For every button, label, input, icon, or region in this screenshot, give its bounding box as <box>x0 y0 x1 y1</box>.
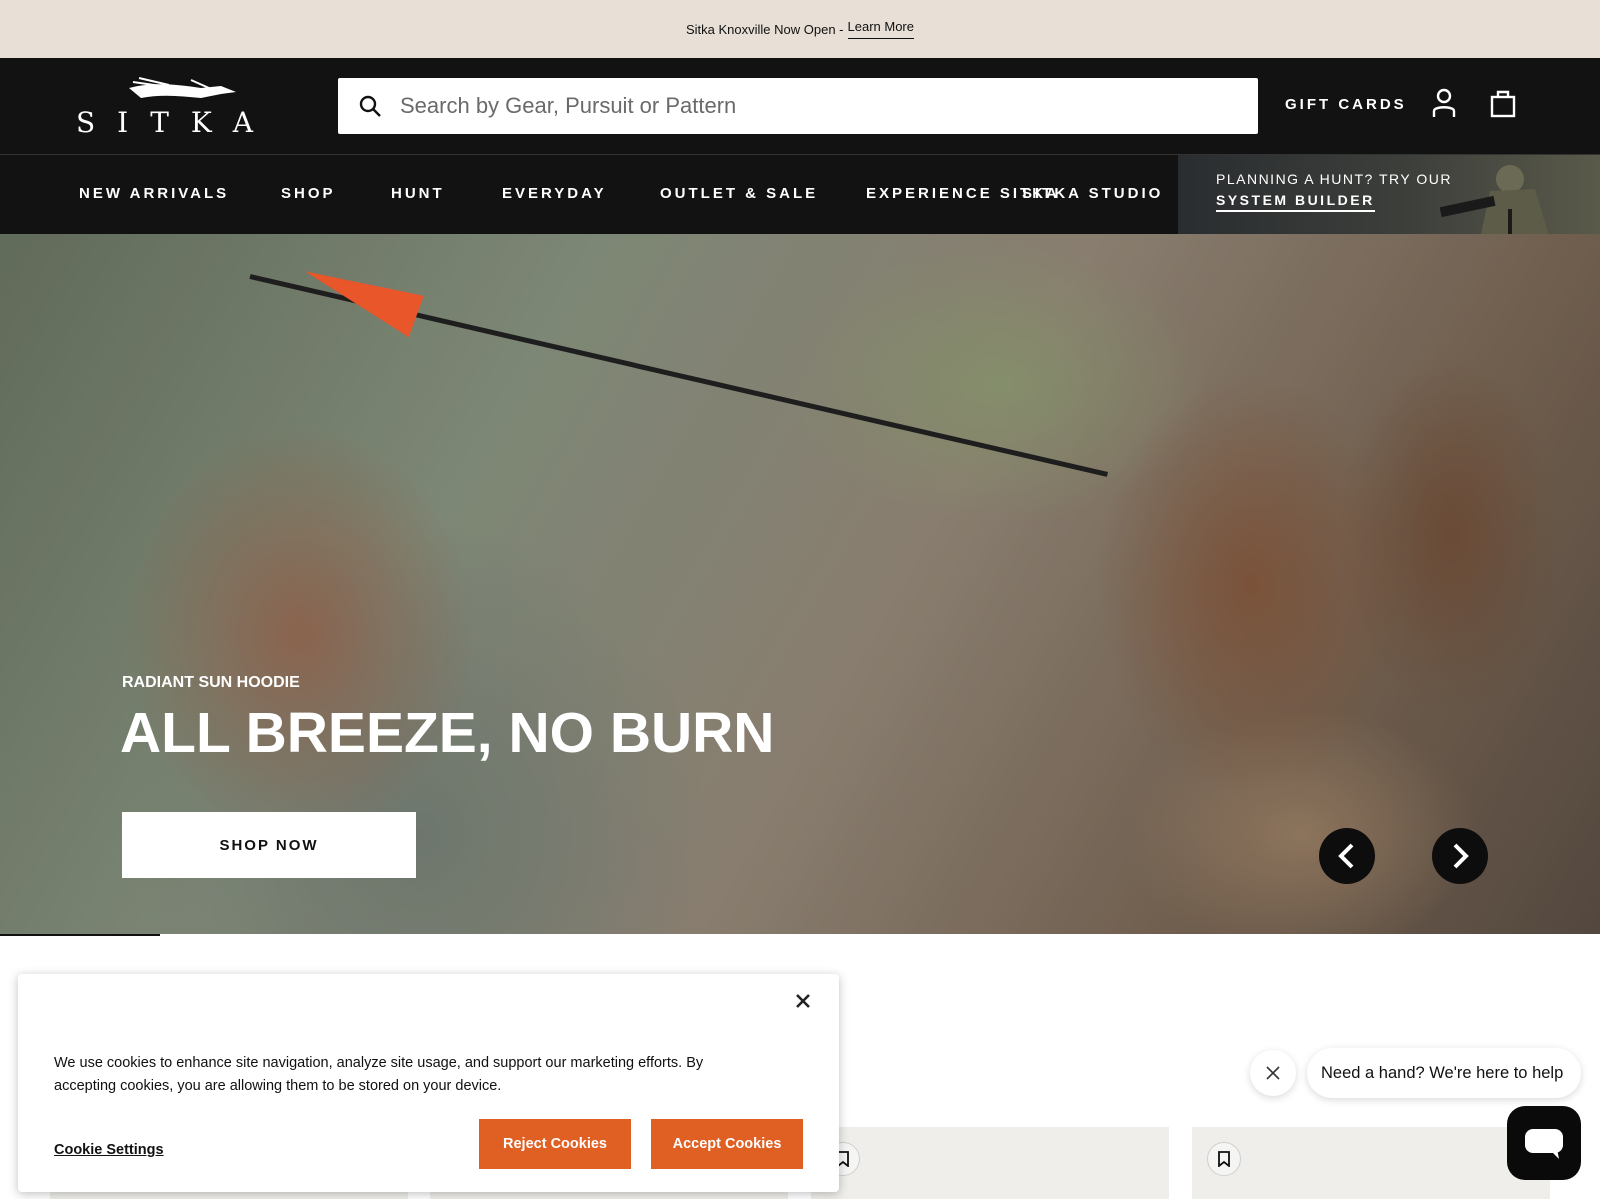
chat-icon <box>1525 1129 1563 1159</box>
chat-launcher-button[interactable] <box>1507 1106 1581 1180</box>
hero-eyebrow: RADIANT SUN HOODIE <box>122 674 300 691</box>
nav-outlet-sale[interactable]: OUTLET & SALE <box>660 185 818 202</box>
carousel-progress-bar <box>0 934 160 936</box>
logo-wordmark: SITKA <box>76 106 275 139</box>
promo-text: PLANNING A HUNT? TRY OUR <box>1216 171 1452 187</box>
nav-shop[interactable]: SHOP <box>281 185 336 202</box>
elk-logo-icon <box>129 77 236 98</box>
cookie-close-button[interactable] <box>790 988 816 1014</box>
cookie-message: We use cookies to enhance site navigatio… <box>54 1055 704 1094</box>
sitka-logo[interactable]: SITKA <box>76 76 253 140</box>
chat-dismiss-button[interactable] <box>1250 1050 1296 1096</box>
cookie-settings-link[interactable]: Cookie Settings <box>54 1142 164 1158</box>
close-icon <box>796 994 810 1008</box>
hunter-figure-image <box>1440 165 1549 235</box>
learn-more-link[interactable]: Learn More <box>847 19 914 39</box>
gift-cards-link[interactable]: GIFT CARDS <box>1285 96 1407 113</box>
system-builder-link[interactable]: SYSTEM BUILDER <box>1216 192 1375 212</box>
hero-banner: RADIANT SUN HOODIE ALL BREEZE, NO BURN S… <box>0 234 1600 934</box>
accept-cookies-button[interactable]: Accept Cookies <box>651 1119 803 1169</box>
carousel-prev-button[interactable] <box>1319 828 1375 884</box>
account-icon[interactable] <box>1432 88 1456 123</box>
hero-title: ALL BREEZE, NO BURN <box>120 701 775 765</box>
system-builder-promo[interactable]: PLANNING A HUNT? TRY OUR SYSTEM BUILDER <box>1178 155 1600 235</box>
search-input[interactable] <box>400 93 1220 119</box>
reject-cookies-button[interactable]: Reject Cookies <box>479 1119 631 1169</box>
announcement-bar: Sitka Knoxville Now Open - Learn More <box>0 0 1600 58</box>
chevron-left-icon <box>1338 843 1354 869</box>
bookmark-button[interactable] <box>1207 1142 1241 1176</box>
product-card[interactable] <box>1192 1127 1550 1199</box>
carousel-next-button[interactable] <box>1432 828 1488 884</box>
main-nav: NEW ARRIVALS SHOP HUNT EVERYDAY OUTLET &… <box>0 154 1600 235</box>
bookmark-icon <box>1218 1151 1230 1167</box>
close-icon <box>1266 1066 1280 1080</box>
product-card[interactable] <box>811 1127 1169 1199</box>
announcement-text: Sitka Knoxville Now Open - <box>686 21 844 37</box>
nav-hunt[interactable]: HUNT <box>391 185 445 202</box>
nav-sitka-studio[interactable]: SITKA STUDIO <box>1022 185 1163 202</box>
shop-now-button[interactable]: SHOP NOW <box>122 812 416 878</box>
nav-new-arrivals[interactable]: NEW ARRIVALS <box>79 185 229 202</box>
nav-everyday[interactable]: EVERYDAY <box>502 185 607 202</box>
chat-greeting[interactable]: Need a hand? We're here to help <box>1307 1048 1581 1098</box>
search-icon <box>359 95 381 117</box>
chevron-right-icon <box>1453 843 1469 869</box>
cookie-banner: We use cookies to enhance site navigatio… <box>18 974 839 1192</box>
cart-bag-icon[interactable] <box>1490 88 1516 123</box>
site-header: SITKA GIFT CARDS <box>0 58 1600 154</box>
search-bar[interactable] <box>338 78 1258 134</box>
